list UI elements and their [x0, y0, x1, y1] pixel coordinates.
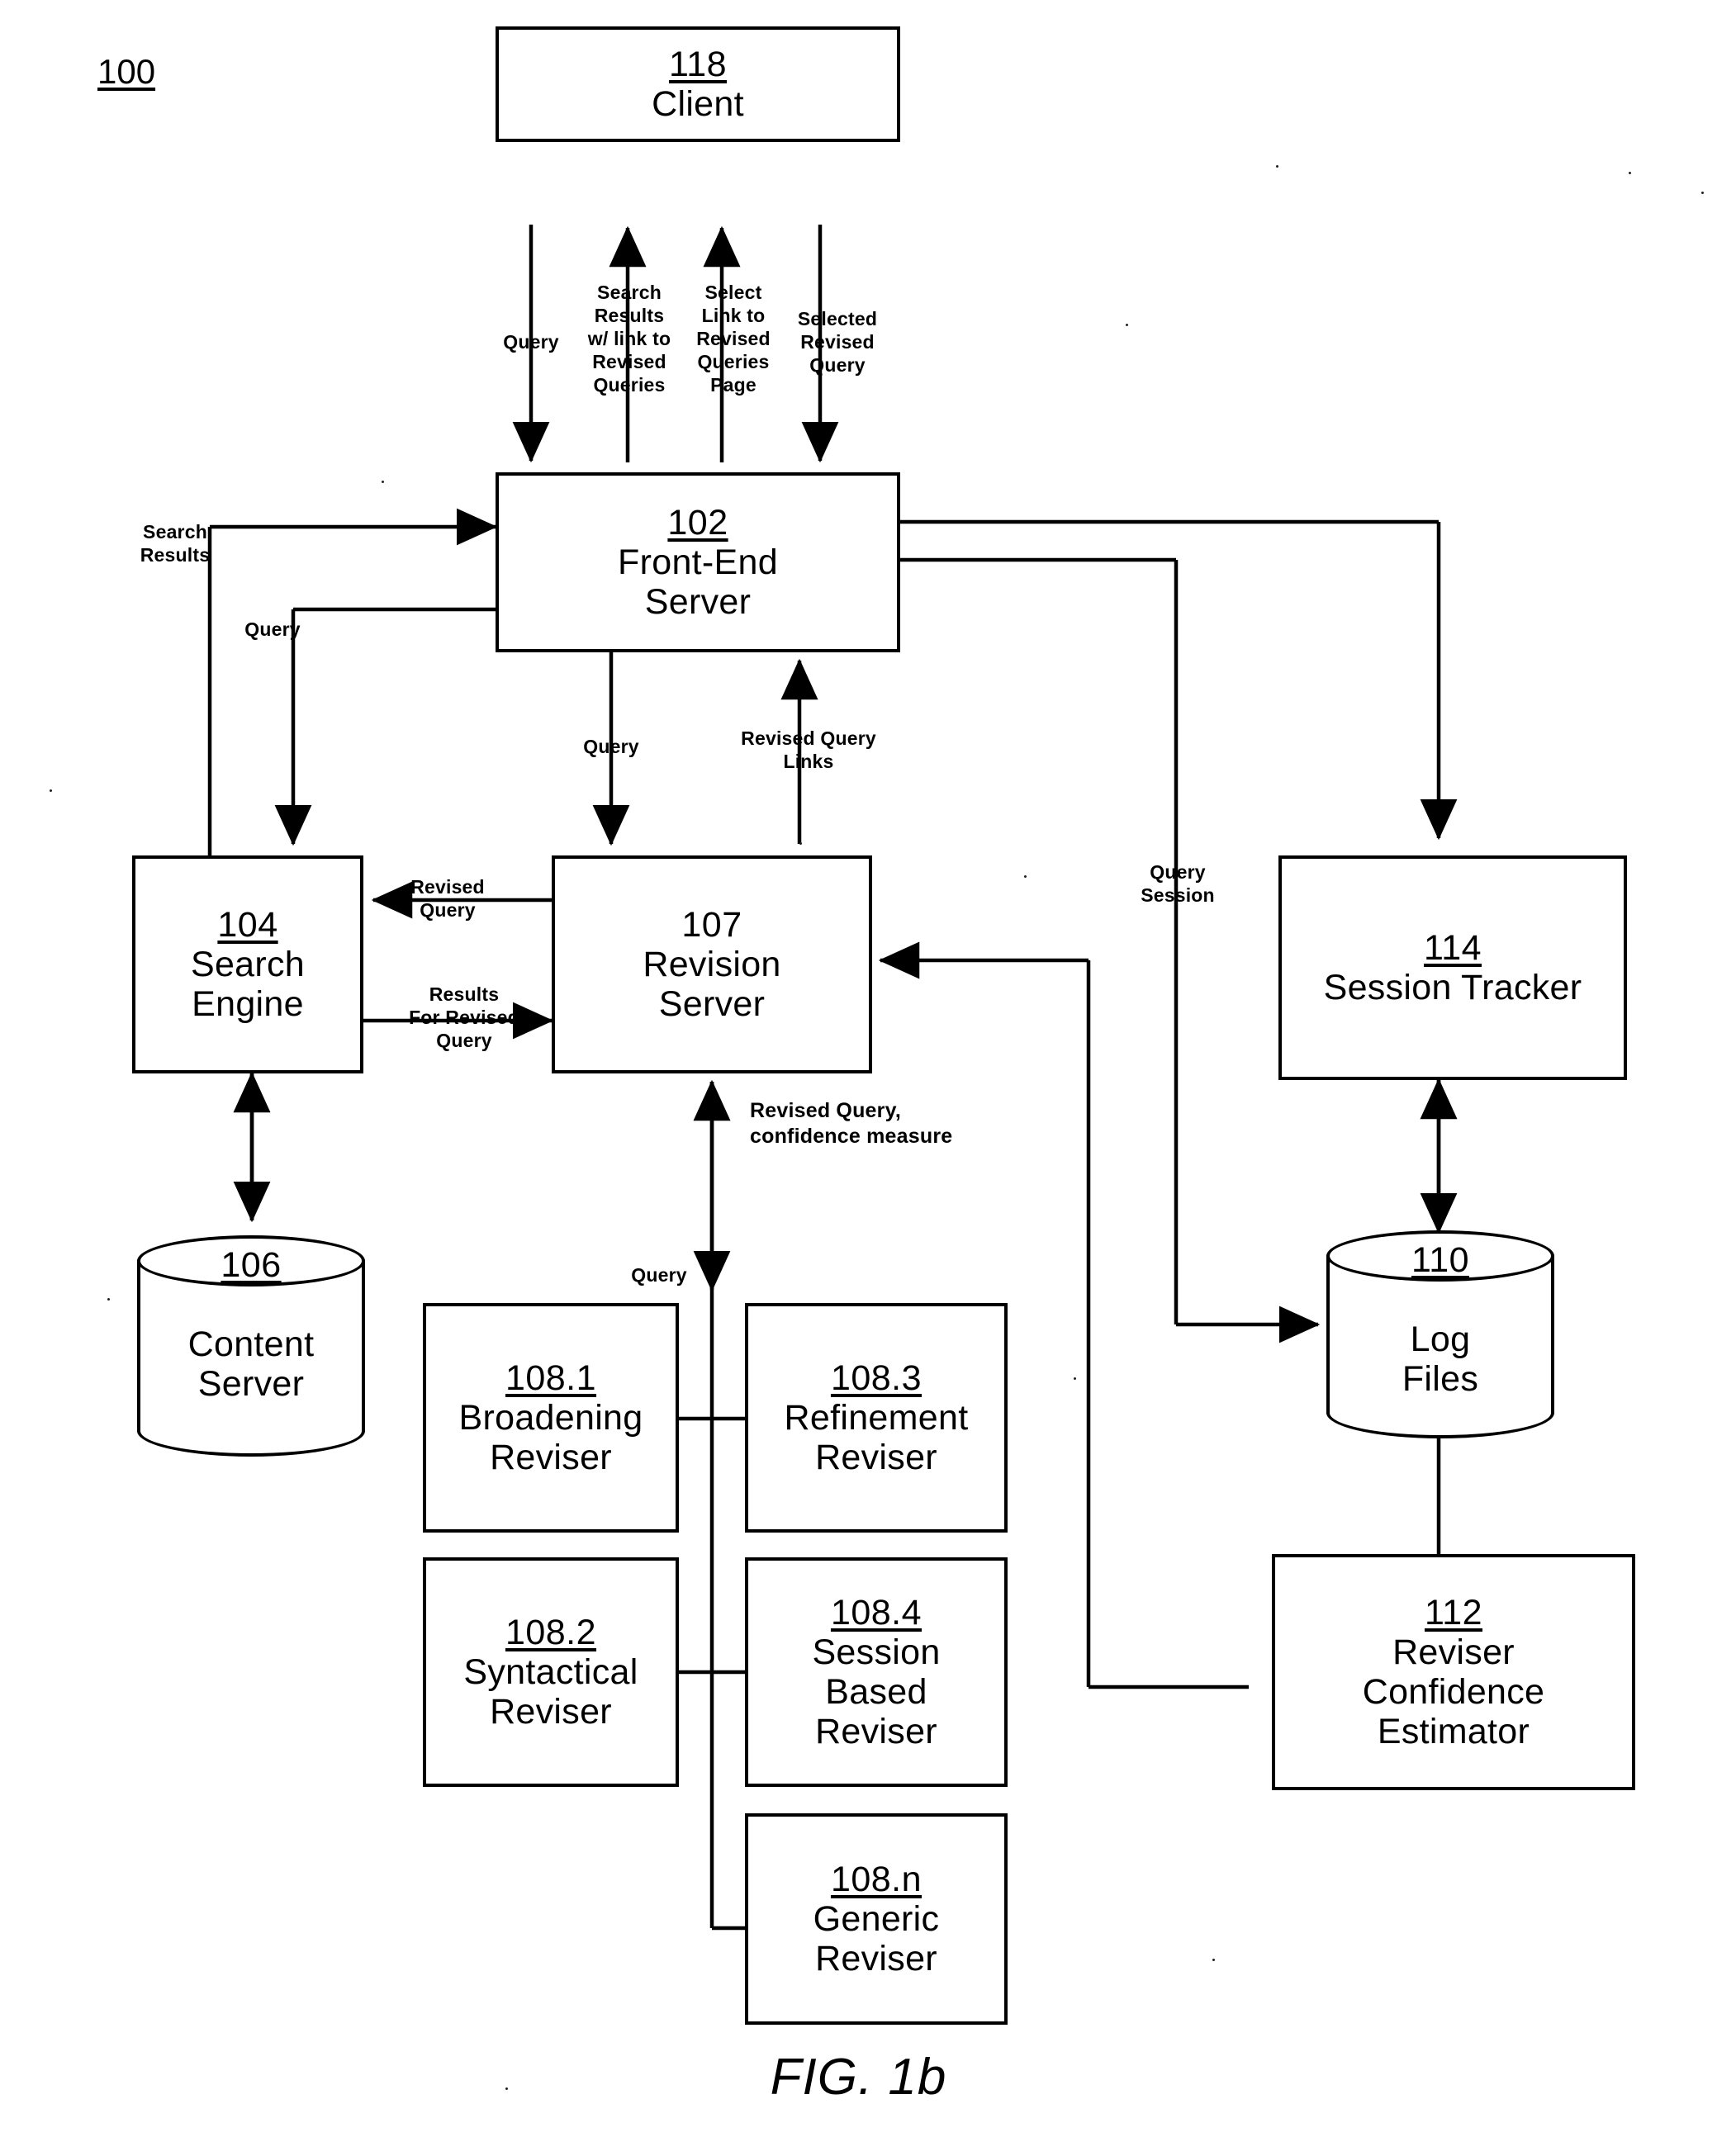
node-revision-server-ref: 107: [681, 904, 742, 945]
edge-label-revised-query-confidence-measure: Revised Query, confidence measure: [750, 1099, 953, 1148]
edge-label-query-to-revisers: Query: [631, 1264, 687, 1286]
node-content-server-ref: 106: [221, 1245, 282, 1285]
scan-speck: [1276, 165, 1278, 168]
edge-label-query-session: Query Session: [1141, 861, 1215, 907]
figure-number: 100: [97, 52, 156, 91]
node-session-tracker-title: Session Tracker: [1323, 968, 1582, 1007]
patent-figure-1b: 100 118 Client 102 Front-End Server 104 …: [0, 0, 1717, 2156]
node-session-tracker[interactable]: 114 Session Tracker: [1278, 855, 1627, 1080]
edge-label-query-to-search-engine: Query: [244, 618, 301, 640]
scan-speck: [50, 789, 52, 792]
node-session-tracker-ref: 114: [1423, 927, 1482, 968]
scan-speck: [1629, 172, 1631, 174]
scan-speck: [1024, 875, 1027, 878]
scan-speck: [1074, 1377, 1076, 1380]
node-session-based-reviser-title: Session Based Reviser: [812, 1632, 941, 1752]
node-session-based-reviser-ref: 108.4: [830, 1592, 923, 1632]
node-search-engine-ref: 104: [217, 904, 278, 945]
node-refinement-reviser[interactable]: 108.3 Refinement Reviser: [745, 1303, 1008, 1533]
scan-speck: [1126, 324, 1128, 326]
node-search-engine-title: Search Engine: [190, 944, 306, 1025]
scan-speck: [505, 2087, 508, 2090]
edge-label-selected-revised-query: Selected Revised Query: [797, 308, 878, 377]
node-revision-server-title: Revision Server: [643, 944, 781, 1025]
node-reviser-confidence-estimator-ref: 112: [1424, 1592, 1483, 1632]
scan-speck: [107, 1298, 110, 1301]
node-search-engine[interactable]: 104 Search Engine: [132, 855, 363, 1073]
node-log-files-title: Log Files: [1402, 1320, 1479, 1400]
node-revision-server[interactable]: 107 Revision Server: [552, 855, 872, 1073]
node-generic-reviser-ref: 108.n: [830, 1859, 923, 1899]
node-generic-reviser[interactable]: 108.n Generic Reviser: [745, 1813, 1008, 2025]
scan-speck: [382, 481, 384, 483]
node-client-title: Client: [652, 84, 744, 124]
node-generic-reviser-title: Generic Reviser: [813, 1898, 940, 1979]
edge-label-client-query: Query: [503, 331, 559, 353]
node-broadening-reviser-title: Broadening Reviser: [458, 1397, 643, 1478]
node-front-end-server[interactable]: 102 Front-End Server: [496, 472, 900, 652]
figure-caption: FIG. 1b: [770, 2049, 947, 2106]
edge-label-revised-query: Revised Query: [410, 876, 485, 922]
node-log-files-ref: 110: [1411, 1240, 1470, 1280]
edge-label-search-results-with-link: Search Results w/ link to Revised Querie…: [587, 282, 671, 396]
node-content-server[interactable]: 106 Content Server: [137, 1235, 365, 1457]
node-syntactical-reviser-title: Syntactical Reviser: [463, 1651, 638, 1732]
edge-label-revised-query-links: Revised Query Links: [741, 727, 876, 773]
node-syntactical-reviser-ref: 108.2: [505, 1612, 597, 1652]
node-reviser-confidence-estimator-title: Reviser Confidence Estimator: [1362, 1632, 1545, 1752]
scan-speck: [1212, 1959, 1215, 1961]
scan-speck: [1701, 192, 1704, 194]
node-client-ref: 118: [668, 44, 728, 84]
node-broadening-reviser[interactable]: 108.1 Broadening Reviser: [423, 1303, 679, 1533]
node-client[interactable]: 118 Client: [496, 26, 900, 142]
node-front-end-server-ref: 102: [667, 502, 728, 543]
node-refinement-reviser-title: Refinement Reviser: [784, 1397, 969, 1478]
edge-label-select-link-to-revised-queries-page: Select Link to Revised Queries Page: [696, 282, 771, 396]
node-broadening-reviser-ref: 108.1: [505, 1358, 597, 1398]
node-log-files[interactable]: 110 Log Files: [1326, 1230, 1554, 1438]
node-front-end-server-title: Front-End Server: [618, 542, 778, 623]
edge-label-results-for-revised-query: Results For Revised Query: [409, 983, 519, 1052]
scan-speck: [799, 842, 802, 845]
node-reviser-confidence-estimator[interactable]: 112 Reviser Confidence Estimator: [1272, 1554, 1635, 1790]
node-content-server-title: Content Server: [187, 1324, 315, 1405]
edge-label-search-results-in: Search Results: [140, 521, 211, 566]
node-refinement-reviser-ref: 108.3: [830, 1358, 923, 1398]
node-syntactical-reviser[interactable]: 108.2 Syntactical Reviser: [423, 1557, 679, 1787]
edge-label-query-to-revision-server: Query: [583, 736, 639, 757]
node-session-based-reviser[interactable]: 108.4 Session Based Reviser: [745, 1557, 1008, 1787]
